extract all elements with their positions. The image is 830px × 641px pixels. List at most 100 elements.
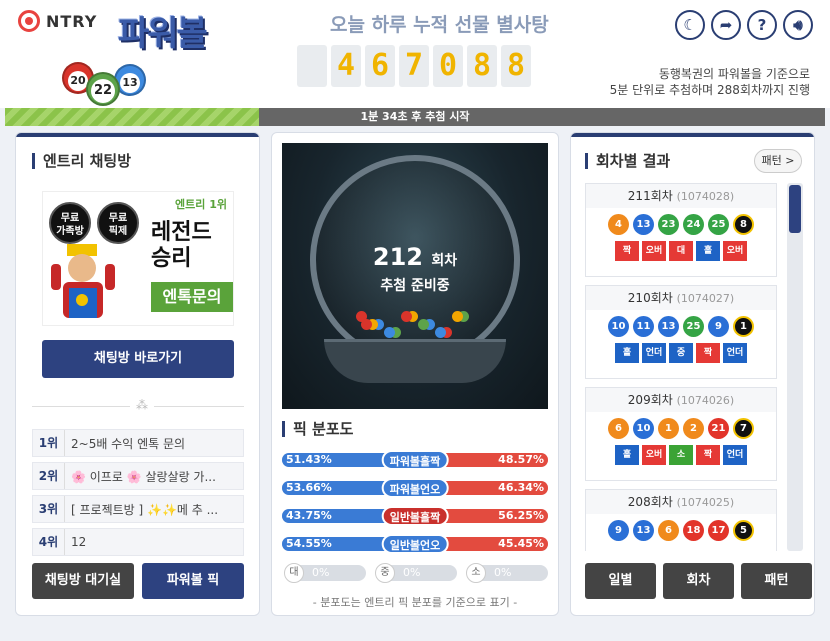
current-round: 212 회차 <box>372 243 458 271</box>
results-panel: 회차별 결과 패턴 > 211회차 (1074028) 4 13 23 24 25 8 짝 오버… <box>570 132 815 616</box>
result-tags: 홀 오버 소 짝 언더 <box>586 445 776 465</box>
result-tag: 오버 <box>642 241 666 261</box>
result-ball: 1 <box>658 418 679 439</box>
counter-digit: 8 <box>467 45 497 87</box>
result-tags: 홀 언더 중 짝 언더 <box>586 343 776 363</box>
counter-digit: 4 <box>331 45 361 87</box>
info-line: 5분 단위로 추첨하며 288회차까지 진행 <box>609 83 810 97</box>
distribution-left-value: 53.66% <box>286 481 332 494</box>
distribution-left-value: 54.55% <box>286 537 332 550</box>
result-card[interactable]: 211회차 (1074028) 4 13 23 24 25 8 짝 오버 대 홀 오버 <box>585 183 777 277</box>
result-tag: 짝 <box>696 445 720 465</box>
round-button[interactable]: 회차 <box>663 563 734 599</box>
result-round: 208회차 (1074025) <box>586 490 776 514</box>
result-ball: 13 <box>658 316 679 337</box>
result-ball: 2 <box>683 418 704 439</box>
scroll-thumb[interactable] <box>789 185 801 233</box>
counter-digit: 6 <box>365 45 395 87</box>
result-tag: 홀 <box>696 241 720 261</box>
rank-title: [ 프로젝트방 ] ✨✨메 추 ... <box>71 502 219 517</box>
result-ball: 23 <box>658 214 679 235</box>
panel-title: 엔트리 채팅방 <box>32 153 131 169</box>
result-card[interactable]: 210회차 (1074027) 10 11 13 25 9 1 홀 언더 중 짝 언더 <box>585 285 777 379</box>
promo-banner[interactable]: 무료 가족방 무료 픽제 엔트리 1위 레전드 승리 엔톡문의 <box>42 191 234 326</box>
result-ball: 25 <box>708 214 729 235</box>
distribution-right-value: 56.25% <box>498 509 544 522</box>
share-icon[interactable]: ➦ <box>711 10 741 40</box>
go-chatroom-button[interactable]: 채팅방 바로가기 <box>42 340 234 378</box>
distribution-label: 일반볼언오 <box>381 534 449 554</box>
mixing-ball <box>384 327 395 338</box>
list-item[interactable]: 3위 [ 프로젝트방 ] ✨✨메 추 ... <box>32 495 244 523</box>
result-tag: 언더 <box>723 445 747 465</box>
distribution-label: 일반볼홀짝 <box>381 506 449 526</box>
mixing-ball <box>361 319 372 330</box>
pattern-link-button[interactable]: 패턴 > <box>754 149 802 173</box>
result-card[interactable]: 208회차 (1074025) 9 13 6 18 17 5 <box>585 489 777 551</box>
result-ball: 13 <box>633 520 654 541</box>
power-ball: 7 <box>733 418 754 439</box>
result-tag: 소 <box>669 445 693 465</box>
distribution-right-value: 46.34% <box>498 481 544 494</box>
result-round: 209회차 (1074026) <box>586 388 776 412</box>
distribution-left-value: 51.43% <box>286 453 332 466</box>
divider: ⁂ <box>32 398 244 412</box>
chat-panel: 엔트리 채팅방 무료 가족방 무료 픽제 엔트리 1위 레전드 승리 엔톡문의 채팅… <box>15 132 260 616</box>
ntry-logo[interactable]: NTRY <box>18 10 97 32</box>
info-line: 동행복권의 파워볼을 기준으로 <box>658 67 810 81</box>
rank-number: 1위 <box>33 430 65 456</box>
mixing-balls <box>356 311 474 341</box>
promo-cta: 엔톡문의 <box>151 282 233 312</box>
list-item[interactable]: 4위 12 <box>32 528 244 556</box>
list-item[interactable]: 1위 2~5배 수익 엔톡 문의 <box>32 429 244 457</box>
result-ball: 21 <box>708 418 729 439</box>
draw-panel: 212 회차 추첨 준비중 픽 분포도 51.43% 48.57% 파워볼홀짝 53.… <box>271 132 559 616</box>
brand-name: NTRY <box>46 11 98 31</box>
powerball-pick-button[interactable]: 파워볼 픽 <box>142 563 244 599</box>
mixing-ball <box>452 311 463 322</box>
list-item[interactable]: 2위 🌸 이프로 🌸 살랑살랑 가... <box>32 462 244 490</box>
counter-digit: 0 <box>433 45 463 87</box>
countdown-progress: 1분 34초 후 추첨 시작 <box>5 108 825 126</box>
result-tag: 홀 <box>615 445 639 465</box>
power-ball: 1 <box>733 316 754 337</box>
distribution-right-value: 45.45% <box>498 537 544 550</box>
moon-icon[interactable]: ☾ <box>675 10 705 40</box>
round-results-list[interactable]: 211회차 (1074028) 4 13 23 24 25 8 짝 오버 대 홀 오버 210회차 (1… <box>585 183 779 551</box>
results-scrollbar[interactable] <box>787 183 803 551</box>
panel-title: 회차별 결과 <box>585 153 670 169</box>
result-ball: 6 <box>658 520 679 541</box>
distribution-row: 51.43% 48.57% 파워볼홀짝 <box>282 450 548 470</box>
draw-base <box>324 339 506 383</box>
result-ball: 17 <box>708 520 729 541</box>
result-round: 210회차 (1074027) <box>586 286 776 310</box>
candy-counter: 4 6 7 0 8 8 <box>297 45 531 87</box>
result-tags: 짝 오버 대 홀 오버 <box>586 241 776 261</box>
chatroom-ranking: 1위 2~5배 수익 엔톡 문의 2위 🌸 이프로 🌸 살랑살랑 가... 3위… <box>32 429 244 561</box>
header: NTRY 파워볼 20 13 22 오늘 하루 누적 선물 별사탕 4 6 7 … <box>0 0 830 108</box>
chat-waiting-room-button[interactable]: 채팅방 대기실 <box>32 563 134 599</box>
result-ball: 13 <box>633 214 654 235</box>
result-ball: 18 <box>683 520 704 541</box>
rank-number: 4위 <box>33 529 65 555</box>
rank-title: 2~5배 수익 엔톡 문의 <box>71 436 186 451</box>
pattern-button[interactable]: 패턴 <box>741 563 812 599</box>
countdown-label: 1분 34초 후 추첨 시작 <box>360 110 470 123</box>
result-balls: 10 11 13 25 9 1 <box>586 316 776 337</box>
distribution-title: 픽 분포도 <box>282 421 353 437</box>
result-tag: 오버 <box>642 445 666 465</box>
results-actions: 일별 회차 패턴 <box>585 563 812 599</box>
game-info: 동행복권의 파워볼을 기준으로 5분 단위로 추첨하며 288회차까지 진행 <box>610 66 810 98</box>
result-tag: 짝 <box>615 241 639 261</box>
distribution-right-value: 48.57% <box>498 453 544 466</box>
distribution-label: 파워볼홀짝 <box>381 450 449 470</box>
result-card[interactable]: 209회차 (1074026) 6 10 1 2 21 7 홀 오버 소 짝 언더 <box>585 387 777 481</box>
help-icon[interactable]: ? <box>747 10 777 40</box>
result-ball: 9 <box>708 316 729 337</box>
sound-icon[interactable]: 🔊︎ <box>783 10 813 40</box>
distribution-label: 파워볼언오 <box>381 478 449 498</box>
daily-button[interactable]: 일별 <box>585 563 656 599</box>
distribution-left-value: 43.75% <box>286 509 332 522</box>
result-balls: 9 13 6 18 17 5 <box>586 520 776 541</box>
result-tag: 홀 <box>615 343 639 363</box>
